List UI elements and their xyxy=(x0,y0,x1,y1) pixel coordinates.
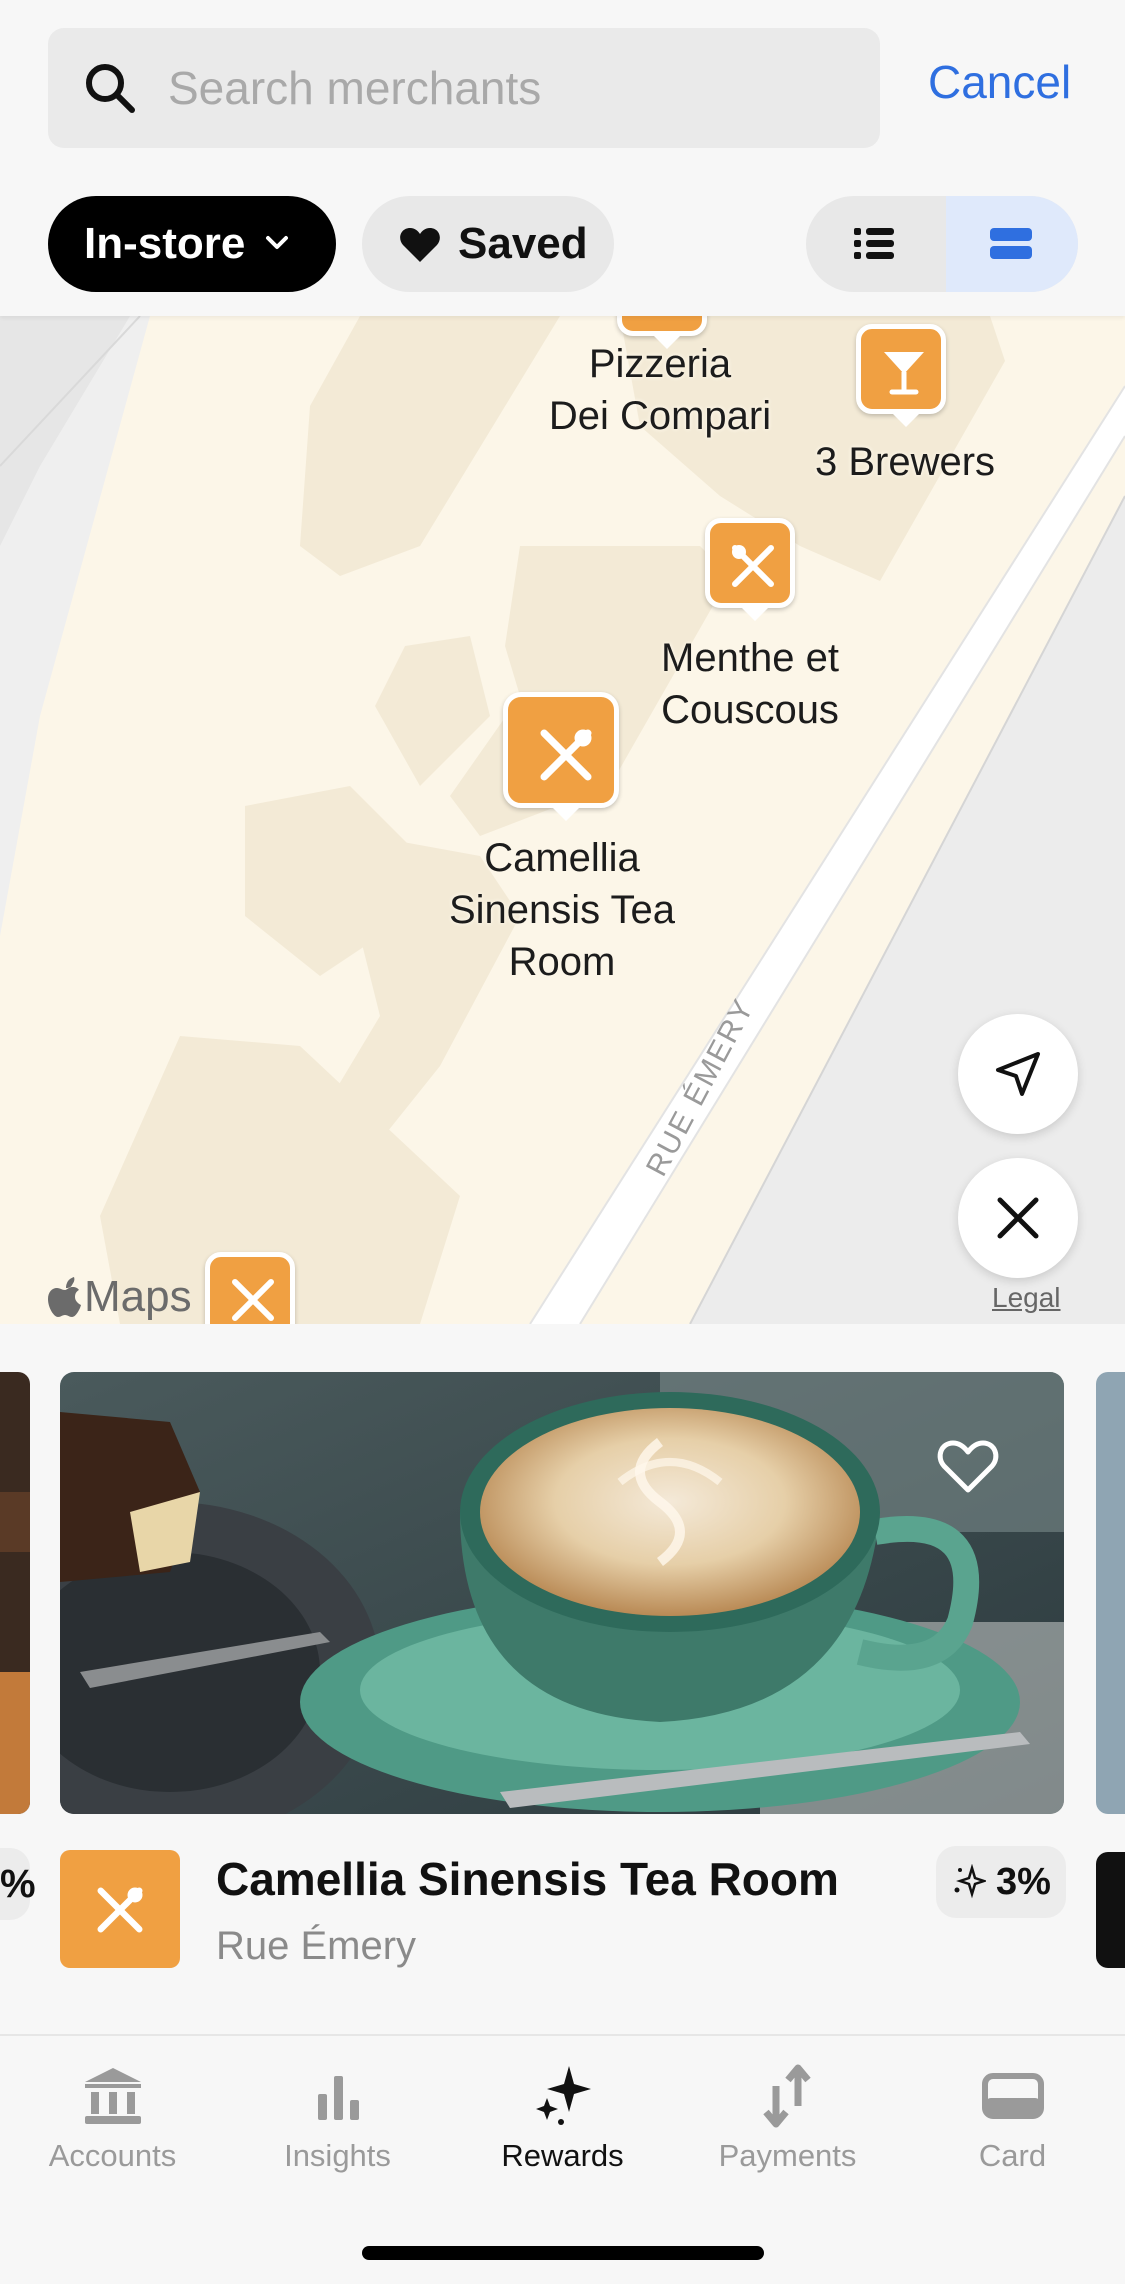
pin-label-line: Couscous xyxy=(661,688,839,732)
bank-icon xyxy=(84,2068,141,2124)
chevron-down-icon xyxy=(266,236,288,249)
arrows-transfer-icon xyxy=(762,2064,811,2128)
pin-label-line: Sinensis Tea xyxy=(448,888,676,932)
merchant-name[interactable]: Camellia Sinensis Tea Room xyxy=(216,1852,839,1906)
fork-knife-icon xyxy=(637,316,693,322)
latte-photo xyxy=(60,1372,1064,1814)
tab-accounts[interactable]: Accounts xyxy=(0,2064,225,2174)
tab-label: Insights xyxy=(284,2138,391,2173)
sparkles-icon xyxy=(535,2066,591,2125)
pin-label-line: Menthe et xyxy=(661,636,839,680)
fork-knife-icon xyxy=(540,729,592,781)
pin-label-line: Pizzeria xyxy=(588,342,732,386)
map-pin-menthe-et-couscous[interactable] xyxy=(705,518,795,621)
heart-icon xyxy=(400,228,440,262)
pin-label-line: 3 Brewers xyxy=(814,440,996,484)
location-arrow-icon xyxy=(996,1052,1040,1096)
map-pin-label-menthe-et-couscous: Menthe et Couscous xyxy=(620,632,880,736)
view-mode-toggle xyxy=(806,196,1078,292)
search-input[interactable] xyxy=(168,28,858,148)
instore-filter-label: In-store xyxy=(84,219,246,268)
tab-rewards[interactable]: Rewards xyxy=(450,2064,675,2174)
tab-label: Rewards xyxy=(501,2138,624,2173)
merchant-photo[interactable] xyxy=(60,1372,1064,1814)
cocktail-icon xyxy=(884,352,924,395)
previous-merchant-photo xyxy=(0,1372,30,1814)
tab-label: Payments xyxy=(718,2138,857,2173)
reward-rate-badge: 3% xyxy=(936,1846,1066,1918)
merchant-street: Rue Émery xyxy=(216,1924,417,1968)
search-icon xyxy=(86,64,135,113)
map-pin-label-3-brewers: 3 Brewers xyxy=(790,436,1020,488)
apple-maps-logo: Maps xyxy=(48,1272,192,1322)
card-icon xyxy=(981,2073,1044,2119)
fork-knife-icon xyxy=(732,545,774,587)
stacked-cards-icon xyxy=(990,228,1032,259)
merchant-category-logo xyxy=(60,1850,180,1968)
map-pin-camellia-sinensis[interactable] xyxy=(503,692,619,821)
list-view-button[interactable] xyxy=(806,196,942,292)
locate-me-button[interactable] xyxy=(958,1014,1078,1134)
map-pin-label-camellia-sinensis: Camellia Sinensis Tea Room xyxy=(420,832,704,988)
cancel-button[interactable]: Cancel xyxy=(928,55,1071,109)
tab-label: Accounts xyxy=(48,2138,177,2173)
apple-logo-icon xyxy=(48,1277,81,1317)
sparkles-icon xyxy=(954,1864,986,1899)
pin-label-line: Camellia xyxy=(484,836,640,880)
previous-reward-badge: % xyxy=(0,1848,36,1920)
instore-filter-button[interactable]: In-store xyxy=(48,196,336,292)
close-icon xyxy=(997,1197,1039,1239)
top-header: Cancel In-store Saved xyxy=(0,0,1125,316)
tab-insights[interactable]: Insights xyxy=(225,2064,450,2174)
next-merchant-image[interactable] xyxy=(1096,1372,1125,1814)
reward-rate-label: 3% xyxy=(996,1861,1051,1903)
home-indicator xyxy=(362,2246,764,2260)
list-icon xyxy=(854,228,894,259)
map-pin-pizzeria[interactable] xyxy=(617,316,707,349)
map-pin-3-brewers[interactable] xyxy=(856,324,946,427)
saved-filter-label: Saved xyxy=(458,219,588,268)
save-merchant-heart-icon[interactable] xyxy=(936,1438,1000,1496)
close-map-button[interactable] xyxy=(958,1158,1078,1278)
map-pin-unnamed[interactable] xyxy=(205,1252,295,1324)
pin-label-line: Dei Compari xyxy=(548,394,772,438)
fork-knife-icon xyxy=(232,1279,274,1321)
bar-chart-icon xyxy=(317,2076,359,2120)
maps-brand-label: Maps xyxy=(84,1272,192,1321)
map-view[interactable]: Pizzeria Dei Compari 3 Brewers Menthe et… xyxy=(0,316,1125,1324)
search-box[interactable] xyxy=(48,28,880,148)
map-view-button[interactable] xyxy=(946,196,1078,292)
tab-payments[interactable]: Payments xyxy=(675,2064,900,2174)
map-pin-label-pizzeria: Pizzeria Dei Compari xyxy=(530,338,790,442)
legal-link[interactable]: Legal xyxy=(992,1282,1061,1314)
fork-knife-icon xyxy=(97,1887,143,1933)
tab-card[interactable]: Card xyxy=(900,2064,1125,2174)
previous-merchant-image[interactable] xyxy=(0,1372,30,1814)
pin-label-line: Room xyxy=(508,940,616,984)
saved-filter-button[interactable]: Saved xyxy=(362,196,614,292)
tab-label: Card xyxy=(978,2138,1047,2173)
next-merchant-logo xyxy=(1096,1852,1125,1968)
